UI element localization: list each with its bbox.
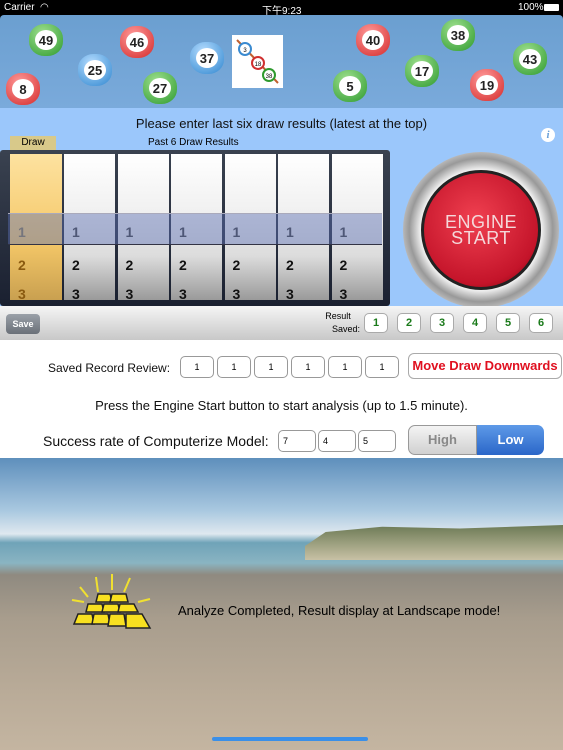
carrier: Carrier [4,2,35,13]
save-button[interactable]: Save [6,314,40,334]
picker-value: 2 [18,257,26,273]
ball-number: 43 [519,49,541,69]
info-icon[interactable]: i [541,128,555,142]
result-saved-label: Result Saved: [325,311,360,334]
low-toggle[interactable]: Low [477,425,544,455]
lottery-ball: 38 [441,19,475,51]
ball-number: 5 [339,76,361,96]
lottery-ball: 19 [470,69,504,101]
ball-number: 19 [476,75,498,95]
review-value-field[interactable]: 1 [180,356,214,378]
ball-number: 46 [126,32,148,52]
start-label: START [451,228,511,248]
lottery-ball: 37 [190,42,224,74]
lottery-ball: 5 [333,70,367,102]
app-logo: 3 18 38 [232,35,283,88]
lottery-ball: 25 [78,54,112,86]
logo-ball: 38 [266,74,273,80]
engine-start-button[interactable]: ENGINE START [403,152,559,308]
saved-result-button[interactable]: 1 [364,313,388,333]
home-indicator[interactable] [212,737,368,741]
review-value-field[interactable]: 1 [328,356,362,378]
picker-value: 3 [232,286,241,302]
review-value-field[interactable]: 1 [365,356,399,378]
wifi-icon: ◠ [40,2,49,13]
lottery-ball: 43 [513,43,547,75]
picker-value: 3 [125,286,134,302]
lottery-ball: 49 [29,24,63,56]
gold-bars-icon [71,574,152,629]
picker-value: 2 [72,257,80,273]
saved-result-button[interactable]: 5 [496,313,520,333]
ball-number: 27 [149,78,171,98]
picker-value: 2 [179,257,187,273]
picker-value: 2 [125,257,134,273]
battery-icon [544,4,559,11]
picker-value: 2 [339,257,348,273]
picker-value: 3 [72,286,80,302]
picker-value: 3 [339,286,348,302]
ball-number: 25 [84,60,106,80]
picker-selection-band [8,213,382,245]
analysis-complete-text: Analyze Completed, Result display at Lan… [178,603,501,618]
lottery-ball: 27 [143,72,177,104]
success-rate-field[interactable]: 7 [278,430,316,452]
review-value-field[interactable]: 1 [254,356,288,378]
ball-number: 38 [447,25,469,45]
move-draw-downwards-button[interactable]: Move Draw Downwards [408,353,562,379]
review-value-field[interactable]: 1 [291,356,325,378]
ball-number: 17 [411,61,433,81]
success-rate-field[interactable]: 5 [358,430,396,452]
picker-value: 3 [286,286,294,302]
lottery-ball: 8 [6,73,40,105]
high-toggle[interactable]: High [408,425,477,455]
success-rate-label: Success rate of Computerize Model: [43,433,269,449]
saved-result-button[interactable]: 3 [430,313,454,333]
saved-result-button[interactable]: 4 [463,313,487,333]
hint-text: Press the Engine Start button to start a… [95,398,468,413]
battery: 100% [518,2,544,13]
draw-label: Draw [10,136,56,150]
lottery-ball: 46 [120,26,154,58]
lottery-ball: 17 [405,55,439,87]
lottery-ball: 40 [356,24,390,56]
picker-value: 3 [179,286,187,302]
status-bar: Carrier ◠ 下午9:23 100% [0,0,563,17]
picker-value: 3 [18,286,26,302]
ball-number: 49 [35,30,57,50]
review-value-field[interactable]: 1 [217,356,251,378]
past-results-label: Past 6 Draw Results [148,137,239,148]
ball-number: 40 [362,30,384,50]
ball-number: 8 [12,79,34,99]
picker-value: 2 [232,257,241,273]
saved-result-button[interactable]: 6 [529,313,553,333]
success-rate-field[interactable]: 4 [318,430,356,452]
review-label: Saved Record Review: [48,361,171,375]
saved-result-button[interactable]: 2 [397,313,421,333]
picker-value: 2 [286,257,294,273]
ball-number: 37 [196,48,218,68]
instruction-text: Please enter last six draw results (late… [135,116,428,131]
logo-ball: 18 [255,62,262,68]
